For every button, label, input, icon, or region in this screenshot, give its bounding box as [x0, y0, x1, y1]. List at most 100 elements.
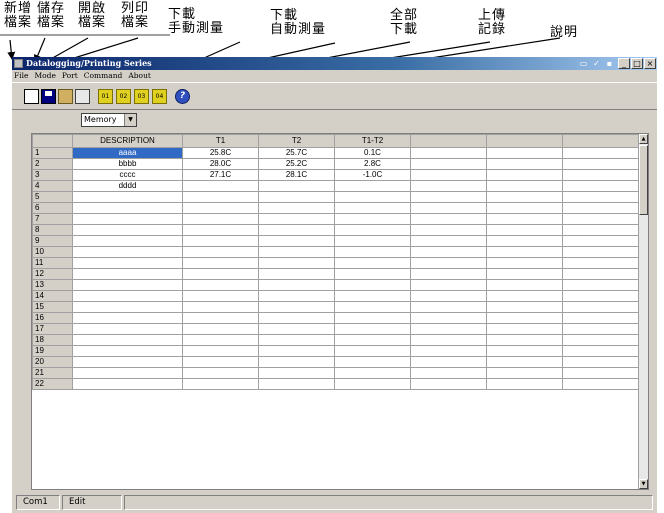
table-cell[interactable]: 25.7C: [258, 147, 335, 159]
table-cell[interactable]: [72, 257, 183, 269]
table-cell[interactable]: [486, 367, 563, 379]
table-cell[interactable]: [410, 301, 487, 313]
table-cell[interactable]: [410, 169, 487, 181]
table-cell[interactable]: [410, 246, 487, 258]
table-cell[interactable]: [334, 290, 411, 302]
new-file-icon[interactable]: [24, 89, 39, 104]
table-cell[interactable]: [258, 235, 335, 247]
table-cell[interactable]: [72, 312, 183, 324]
table-cell[interactable]: [72, 279, 183, 291]
table-cell[interactable]: [72, 367, 183, 379]
table-cell[interactable]: [486, 334, 563, 346]
scroll-down-icon[interactable]: ▼: [639, 479, 648, 489]
scroll-up-icon[interactable]: ▲: [639, 134, 648, 144]
table-cell[interactable]: [486, 323, 563, 335]
print-icon[interactable]: [75, 89, 90, 104]
table-cell[interactable]: [182, 268, 259, 280]
table-cell[interactable]: 0.1C: [334, 147, 411, 159]
table-cell[interactable]: [562, 235, 639, 247]
table-cell[interactable]: [410, 279, 487, 291]
table-cell[interactable]: [334, 312, 411, 324]
download-auto-icon[interactable]: 02: [116, 89, 131, 104]
table-cell[interactable]: [258, 191, 335, 203]
vertical-scrollbar[interactable]: ▲ ▼: [638, 134, 648, 489]
table-cell[interactable]: [562, 180, 639, 192]
table-cell[interactable]: [562, 378, 639, 390]
table-cell[interactable]: [258, 202, 335, 214]
table-cell[interactable]: [182, 191, 259, 203]
table-cell[interactable]: [72, 345, 183, 357]
table-cell[interactable]: [486, 279, 563, 291]
table-cell[interactable]: [334, 180, 411, 192]
table-cell[interactable]: [562, 301, 639, 313]
table-cell[interactable]: [258, 180, 335, 192]
table-cell[interactable]: [334, 378, 411, 390]
menu-about[interactable]: About: [128, 70, 151, 82]
table-cell[interactable]: [410, 191, 487, 203]
table-cell[interactable]: [334, 301, 411, 313]
table-cell[interactable]: [334, 268, 411, 280]
table-cell[interactable]: [486, 213, 563, 225]
table-cell[interactable]: [258, 345, 335, 357]
table-cell[interactable]: [562, 312, 639, 324]
table-cell[interactable]: [258, 257, 335, 269]
table-cell[interactable]: [486, 246, 563, 258]
table-cell[interactable]: [562, 246, 639, 258]
table-cell[interactable]: [562, 224, 639, 236]
table-cell[interactable]: aaaa: [72, 147, 183, 159]
table-cell[interactable]: [72, 356, 183, 368]
table-cell[interactable]: 25.2C: [258, 158, 335, 170]
memory-select[interactable]: Memory ▼: [81, 113, 137, 127]
table-cell[interactable]: [486, 312, 563, 324]
table-cell[interactable]: [486, 345, 563, 357]
table-cell[interactable]: [258, 213, 335, 225]
table-cell[interactable]: [182, 279, 259, 291]
table-cell[interactable]: [562, 202, 639, 214]
table-cell[interactable]: [182, 224, 259, 236]
close-button[interactable]: ×: [644, 58, 656, 69]
table-cell[interactable]: [334, 279, 411, 291]
table-cell[interactable]: [410, 213, 487, 225]
table-cell[interactable]: [410, 158, 487, 170]
table-cell[interactable]: [258, 356, 335, 368]
table-cell[interactable]: 28.0C: [182, 158, 259, 170]
table-cell[interactable]: [562, 191, 639, 203]
table-cell[interactable]: [334, 367, 411, 379]
table-cell[interactable]: [334, 202, 411, 214]
table-cell[interactable]: [182, 312, 259, 324]
table-cell[interactable]: [486, 301, 563, 313]
table-cell[interactable]: [562, 158, 639, 170]
table-cell[interactable]: [486, 356, 563, 368]
save-icon[interactable]: [41, 89, 56, 104]
table-cell[interactable]: [182, 345, 259, 357]
table-cell[interactable]: [258, 323, 335, 335]
table-cell[interactable]: [72, 301, 183, 313]
table-cell[interactable]: [562, 279, 639, 291]
table-cell[interactable]: [258, 290, 335, 302]
table-cell[interactable]: [486, 147, 563, 159]
table-cell[interactable]: [182, 290, 259, 302]
table-cell[interactable]: [72, 202, 183, 214]
table-cell[interactable]: [410, 235, 487, 247]
table-cell[interactable]: [72, 224, 183, 236]
table-cell[interactable]: [562, 213, 639, 225]
table-cell[interactable]: 27.1C: [182, 169, 259, 181]
menu-file[interactable]: File: [14, 70, 28, 82]
table-cell[interactable]: [410, 334, 487, 346]
maximize-button[interactable]: □: [631, 58, 643, 69]
table-cell[interactable]: 28.1C: [258, 169, 335, 181]
table-cell[interactable]: [410, 224, 487, 236]
table-cell[interactable]: [410, 268, 487, 280]
table-cell[interactable]: [258, 279, 335, 291]
table-cell[interactable]: dddd: [72, 180, 183, 192]
table-cell[interactable]: [562, 147, 639, 159]
table-cell[interactable]: 2.8C: [334, 158, 411, 170]
table-cell[interactable]: [258, 367, 335, 379]
table-cell[interactable]: [182, 235, 259, 247]
table-cell[interactable]: [72, 378, 183, 390]
minimize-button[interactable]: _: [618, 58, 630, 69]
table-cell[interactable]: [410, 202, 487, 214]
table-cell[interactable]: [486, 378, 563, 390]
table-cell[interactable]: [334, 334, 411, 346]
table-cell[interactable]: [410, 378, 487, 390]
